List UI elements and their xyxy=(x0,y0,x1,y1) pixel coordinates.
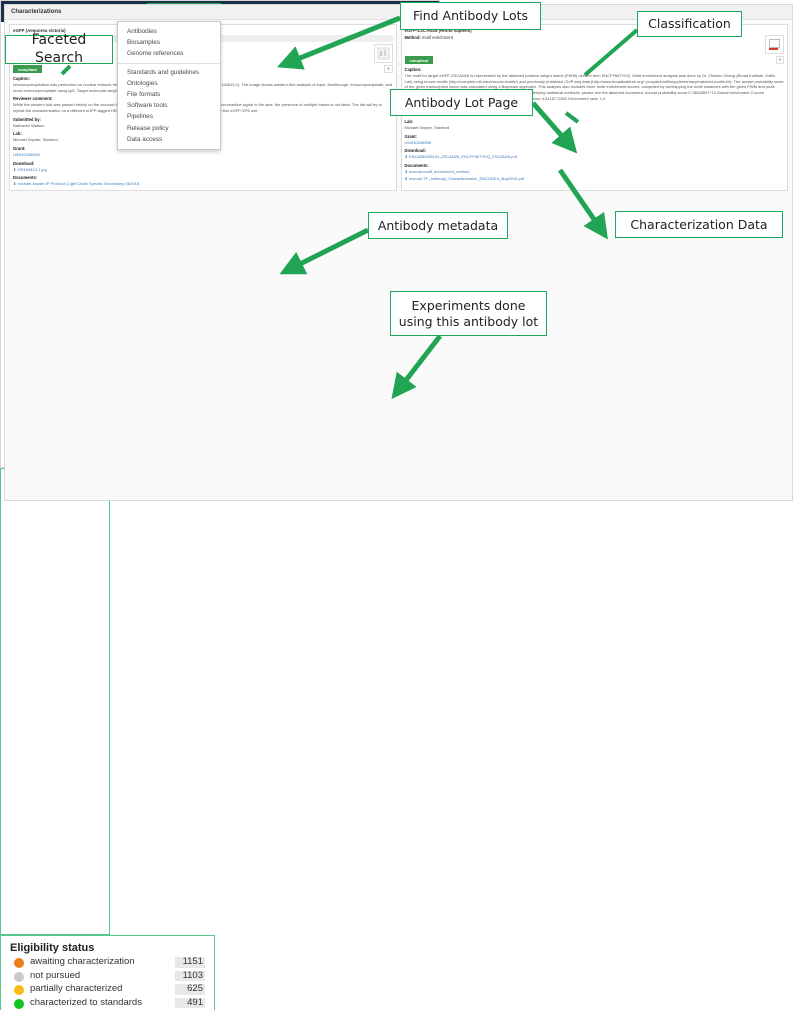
callout-experiments-done: Experiments done using this antibody lot xyxy=(390,291,547,336)
pdf-document-thumbnail[interactable] xyxy=(765,35,784,54)
dropdown-item-standards-and-guidelines[interactable]: Standards and guidelines xyxy=(118,67,220,78)
eligibility-item[interactable]: characterized to standards 491 xyxy=(10,997,205,1009)
status-dot-icon xyxy=(14,958,24,968)
callout-faceted-search: Faceted Search xyxy=(5,32,113,66)
lab-value: Michael Snyder, Stanford xyxy=(404,125,450,131)
documents-label: Documents: xyxy=(13,175,38,181)
status-dot-icon xyxy=(14,998,24,1009)
chevron-down-icon[interactable]: ▾ xyxy=(384,65,393,73)
grant-label: Grant: xyxy=(404,133,418,139)
callout-characterization-data: Characterization Data xyxy=(615,211,783,238)
download-link[interactable]: ⬇ GR194813-1.jpg xyxy=(13,167,393,173)
dropdown-item-ontologies[interactable]: Ontologies xyxy=(118,78,220,89)
documents-label: Documents: xyxy=(404,163,429,169)
faceted-search-panel: Target Organism Homo sapiens2828 Drosoph… xyxy=(0,5,792,935)
download-link[interactable]: ⬇ ENCAB615WUN_ZSCAN26_ENCFF667YKQ_ZSCAN2… xyxy=(405,154,785,160)
download-label: Download: xyxy=(404,148,426,154)
callout-classification: Classification xyxy=(637,11,742,37)
dropdown-divider xyxy=(118,62,220,64)
dropdown-item-biosamples[interactable]: Biosamples xyxy=(118,37,220,48)
dropdown-item-genome-references[interactable]: Genome references xyxy=(118,48,220,59)
dropdown-item-pipelines[interactable]: Pipelines xyxy=(118,111,220,122)
dropdown-item-file-formats[interactable]: File formats xyxy=(118,89,220,100)
compliant-badge: compliant xyxy=(404,56,434,64)
eligibility-title: Eligibility status xyxy=(10,942,95,954)
blot-image-thumbnail[interactable] xyxy=(373,44,393,63)
document-link[interactable]: ⬇ encode:motif_enrichment_method xyxy=(405,169,785,175)
caption-label: Caption: xyxy=(404,67,422,72)
callout-antibody-metadata: Antibody metadata xyxy=(368,212,508,239)
eligibility-item[interactable]: partially characterized 625 xyxy=(10,983,205,995)
eligibility-status-panel: Eligibility status awaiting characteriza… xyxy=(0,935,215,1010)
materials-methods-dropdown: Antibodies Biosamples Genome references … xyxy=(117,21,221,150)
document-link[interactable]: ⬇ encode:TF_Antibody_Characterization_EN… xyxy=(405,176,785,182)
callout-find-antibody-lots: Find Antibody Lots xyxy=(400,2,541,30)
eligibility-item[interactable]: not pursued 1103 xyxy=(10,970,205,982)
dropdown-item-data-access[interactable]: Data access xyxy=(118,134,220,145)
document-link[interactable]: ⬇ michael-snyder:IP Protocol (Light Chai… xyxy=(13,181,393,187)
grant-value[interactable]: U54HG006996 xyxy=(13,152,393,158)
eligibility-item[interactable]: awaiting characterization 1151 xyxy=(10,956,205,968)
lab-label: Lab: xyxy=(404,119,414,125)
grant-value[interactable]: U54HG006996 xyxy=(405,140,785,146)
download-label: Download: xyxy=(13,160,35,166)
dropdown-item-software-tools[interactable]: Software tools xyxy=(118,100,220,111)
status-dot-icon xyxy=(14,971,24,982)
chevron-down-icon[interactable]: ▾ xyxy=(775,56,784,64)
dropdown-item-release-policy[interactable]: Release policy xyxy=(118,123,220,134)
dropdown-item-antibodies[interactable]: Antibodies xyxy=(118,26,220,37)
status-dot-icon xyxy=(14,985,24,995)
callout-antibody-lot-page: Antibody Lot Page xyxy=(390,89,533,116)
